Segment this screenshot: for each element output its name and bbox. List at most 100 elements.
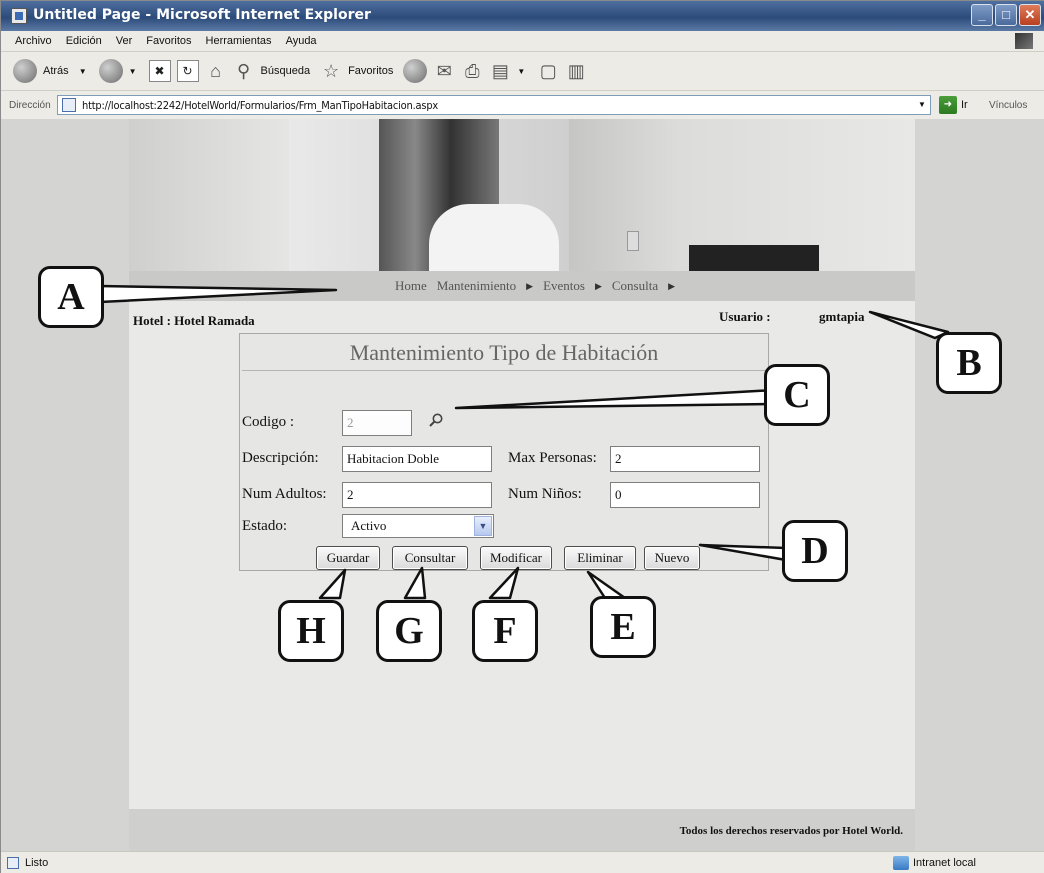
codigo-input[interactable]: 2: [342, 410, 412, 436]
back-dropdown-icon[interactable]: ▼: [79, 67, 87, 76]
stop-icon[interactable]: ✖: [148, 60, 171, 82]
menu-archivo[interactable]: Archivo: [15, 35, 52, 47]
eliminar-button[interactable]: Eliminar: [564, 546, 636, 570]
address-input[interactable]: http://localhost:2242/HotelWorld/Formula…: [57, 95, 931, 115]
close-button[interactable]: ✕: [1019, 4, 1041, 26]
windows-logo-icon: [1015, 33, 1033, 49]
address-bar: Dirección http://localhost:2242/HotelWor…: [1, 91, 1044, 119]
favorites-star-icon[interactable]: ☆: [320, 61, 342, 82]
address-dropdown-icon[interactable]: ▼: [914, 96, 930, 114]
hotel-info: Hotel : Hotel Ramada: [133, 313, 255, 329]
search-magnifier-icon[interactable]: ⚲: [233, 61, 255, 82]
guardar-button[interactable]: Guardar: [316, 546, 380, 570]
nav-item-home[interactable]: Home: [395, 278, 427, 294]
tipo-habitacion-form: Mantenimiento Tipo de Habitación Codigo …: [239, 333, 769, 571]
max-personas-input[interactable]: 2: [610, 446, 760, 472]
nav-item-label[interactable]: Mantenimiento: [437, 278, 516, 294]
num-ninos-label: Num Niños:: [508, 486, 582, 502]
links-label[interactable]: Vínculos: [989, 100, 1027, 111]
nav-item-eventos[interactable]: Eventos ▶: [543, 278, 602, 294]
menu-ver[interactable]: Ver: [116, 35, 133, 47]
toolbar: Atrás ▼ ▼ ✖ ↻ ⌂ ⚲ Búsqueda ☆ Favoritos ✉…: [1, 51, 1044, 91]
nav-item-mantenimiento[interactable]: Mantenimiento ▶: [437, 278, 533, 294]
search-icon[interactable]: [428, 412, 444, 428]
nav-item-label[interactable]: Consulta: [612, 278, 658, 294]
address-url[interactable]: http://localhost:2242/HotelWorld/Formula…: [82, 99, 438, 112]
refresh-icon[interactable]: ↻: [176, 60, 199, 82]
hotel-label: Hotel :: [133, 313, 171, 328]
chevron-down-icon[interactable]: ▼: [474, 516, 492, 536]
minimize-button[interactable]: _: [971, 4, 993, 26]
ie-app-icon: [11, 8, 27, 24]
edit-dropdown-icon[interactable]: ▼: [517, 67, 525, 76]
submenu-arrow-icon: ▶: [668, 280, 676, 291]
form-title: Mantenimiento Tipo de Habitación: [349, 340, 659, 365]
nav-item-label[interactable]: Home: [395, 278, 427, 294]
num-ninos-input[interactable]: 0: [610, 482, 760, 508]
go-button-label[interactable]: Ir: [961, 99, 968, 111]
descripcion-label: Descripción:: [242, 450, 319, 466]
main-nav-menu: Home Mantenimiento ▶ Eventos ▶ Consulta ▶: [129, 271, 915, 301]
callout-c: C: [764, 364, 830, 426]
window-title: Untitled Page - Microsoft Internet Explo…: [33, 7, 371, 23]
estado-selected-value: Activo: [351, 518, 387, 533]
search-button-label[interactable]: Búsqueda: [261, 65, 311, 77]
intranet-zone-icon: [893, 856, 909, 870]
descripcion-input[interactable]: Habitacion Doble: [342, 446, 492, 472]
forward-dropdown-icon[interactable]: ▼: [129, 67, 137, 76]
mail-icon[interactable]: ✉: [433, 61, 455, 82]
callout-f: F: [472, 600, 538, 662]
callout-a: A: [38, 266, 104, 328]
callout-b: B: [936, 332, 1002, 394]
estado-label: Estado:: [242, 518, 287, 534]
maximize-button[interactable]: □: [995, 4, 1017, 26]
address-label: Dirección: [9, 99, 51, 111]
back-arrow-icon[interactable]: [13, 59, 37, 83]
back-button-label[interactable]: Atrás: [43, 65, 69, 77]
page-icon: [62, 98, 76, 112]
consultar-button[interactable]: Consultar: [392, 546, 468, 570]
title-bar: Untitled Page - Microsoft Internet Explo…: [1, 1, 1044, 31]
menu-ayuda[interactable]: Ayuda: [286, 35, 317, 47]
forward-arrow-icon[interactable]: [98, 59, 123, 83]
num-adultos-label: Num Adultos:: [242, 486, 327, 502]
discuss-icon[interactable]: ▢: [537, 61, 559, 82]
callout-g: G: [376, 600, 442, 662]
go-arrow-icon[interactable]: ➜: [939, 96, 957, 114]
home-icon[interactable]: ⌂: [205, 61, 227, 82]
callout-e: E: [590, 596, 656, 658]
web-page: Home Mantenimiento ▶ Eventos ▶ Consulta ▶ H…: [129, 119, 915, 851]
menu-favoritos[interactable]: Favoritos: [146, 35, 191, 47]
window-controls: _ □ ✕: [971, 4, 1041, 26]
estado-select[interactable]: Activo ▼: [342, 514, 494, 538]
nuevo-button[interactable]: Nuevo: [644, 546, 700, 570]
nav-item-label[interactable]: Eventos: [543, 278, 585, 294]
security-zone-label: Intranet local: [913, 857, 976, 869]
modificar-button[interactable]: Modificar: [480, 546, 552, 570]
status-bar: Listo Intranet local: [1, 851, 1044, 873]
max-personas-label: Max Personas:: [508, 450, 597, 466]
submenu-arrow-icon: ▶: [594, 280, 602, 291]
history-icon[interactable]: [403, 59, 428, 83]
favorites-button-label[interactable]: Favoritos: [348, 65, 393, 77]
footer-copyright: Todos los derechos reservados por Hotel …: [679, 825, 903, 837]
hotel-name: Hotel Ramada: [174, 313, 255, 328]
edit-icon[interactable]: ▤: [489, 61, 511, 82]
nav-item-consulta[interactable]: Consulta ▶: [612, 278, 675, 294]
research-icon[interactable]: ▥: [565, 61, 587, 82]
status-text: Listo: [25, 857, 49, 869]
browser-window: Untitled Page - Microsoft Internet Explo…: [0, 0, 1044, 873]
hotel-banner-image: [129, 119, 915, 271]
submenu-arrow-icon: ▶: [526, 280, 534, 291]
menu-edicion[interactable]: Edición: [66, 35, 102, 47]
form-divider: [242, 370, 766, 371]
page-viewport: Home Mantenimiento ▶ Eventos ▶ Consulta ▶ H…: [1, 119, 1044, 851]
user-label: Usuario :: [719, 309, 771, 324]
print-icon[interactable]: ⎙: [461, 61, 483, 82]
page-footer: Todos los derechos reservados por Hotel …: [129, 809, 915, 851]
menu-herramientas[interactable]: Herramientas: [206, 35, 272, 47]
callout-h: H: [278, 600, 344, 662]
codigo-label: Codigo :: [242, 414, 295, 430]
user-name: gmtapia: [819, 309, 865, 324]
num-adultos-input[interactable]: 2: [342, 482, 492, 508]
